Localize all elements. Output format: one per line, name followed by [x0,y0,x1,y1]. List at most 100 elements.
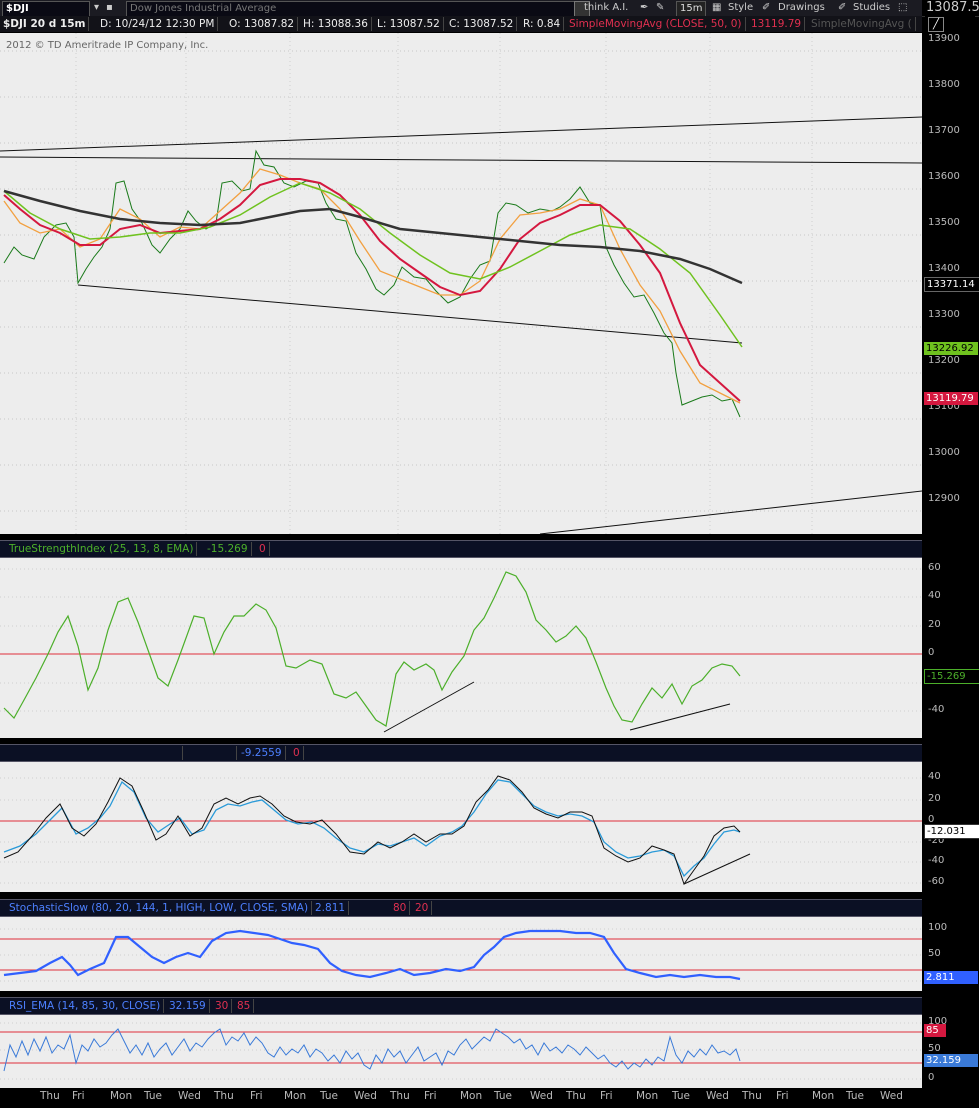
axis-tick: 20 [928,619,941,630]
sma50-label: SimpleMovingAvg (CLOSE, 50, 0) [566,17,746,31]
time-label: Wed [880,1090,903,1102]
stochastic-panel[interactable] [0,917,922,991]
time-label: Mon [460,1090,483,1102]
rsi-value: 32.159 [166,999,210,1013]
style-icon[interactable]: ▦ [712,1,721,15]
time-label: Wed [354,1090,377,1102]
studies-icon[interactable]: ✐ [838,1,846,15]
tsi-tag: -15.269 [924,669,979,684]
symbol-description: Dow Jones Industrial Average [126,1,578,17]
time-axis: Thu Fri Mon Tue Wed Thu Fri Mon Tue Wed … [0,1088,979,1108]
time-label: Fri [776,1090,789,1102]
chevron-down-icon[interactable]: ▾ [94,1,99,15]
sma50-value: 13119.79 [748,17,806,31]
axis-tick: 12900 [928,493,960,504]
axis-tick: 13000 [928,447,960,458]
tsi-chart-svg [0,568,922,733]
pin-icon[interactable]: ✒ [640,1,648,15]
tsi-label[interactable]: TrueStrengthIndex (25, 13, 8, EMA) [6,542,198,556]
time-label: Wed [178,1090,201,1102]
range-label: R: 0.84 [520,17,565,31]
price-tag-sma-black: 13371.14 [924,277,979,292]
time-label: Wed [530,1090,553,1102]
stochastic-overbought: 80 [390,901,411,915]
axis-tick: -40 [928,704,945,715]
sma-next-label: SimpleMovingAvg ( [808,17,916,31]
axis-tick: 0 [928,647,935,658]
axis-tick: 50 [928,948,941,959]
oscillator-param [184,746,237,760]
low-label: L: 13087.52 [374,17,444,31]
rsi-overbought: 85 [234,999,255,1013]
rsi-tag-overbought: 85 [924,1024,946,1037]
symbol-input[interactable]: $DJI [2,1,90,17]
stochastic-label[interactable]: StochasticSlow (80, 20, 144, 1, HIGH, LO… [6,901,313,915]
oscillator-panel[interactable] [0,762,922,892]
axis-tick: 13200 [928,355,960,366]
oscillator-value: -9.2559 [238,746,286,760]
price-chart-svg [0,33,922,534]
tsi-panel[interactable] [0,558,922,738]
stochastic-tag: 2.811 [924,971,978,984]
rsi-panel[interactable] [0,1015,922,1088]
axis-tick: 0 [928,1072,935,1083]
timeframe-button[interactable]: 15m [676,1,707,17]
time-label: Tue [672,1090,690,1102]
axis-tick: 13900 [928,33,960,44]
time-label: Fri [424,1090,437,1102]
axis-tick: 100 [928,922,948,933]
time-label: Thu [566,1090,586,1102]
tsi-value: -15.269 [204,542,252,556]
oscillator-tag: -12.031 [924,824,979,839]
link-icon[interactable]: ▪ [106,1,113,15]
time-label: Mon [284,1090,307,1102]
price-chart-panel[interactable]: 2012 © TD Ameritrade IP Company, Inc. [0,33,922,534]
time-label: Tue [144,1090,162,1102]
time-label: Tue [320,1090,338,1102]
stochastic-value: 2.811 [312,901,350,915]
time-label: Mon [636,1090,659,1102]
stochastic-header: StochasticSlow (80, 20, 144, 1, HIGH, LO… [0,899,922,917]
rsi-header: RSI_EMA (14, 85, 30, CLOSE) 32.159 30 85 [0,997,922,1015]
tools-icon[interactable]: ✎ [656,1,664,15]
time-label: Fri [72,1090,85,1102]
axis-tick: 13300 [928,309,960,320]
axis-tick: -40 [928,855,945,866]
axis-tick: 13700 [928,125,960,136]
axis-tick: 40 [928,590,941,601]
time-label: Thu [742,1090,762,1102]
time-label: Thu [40,1090,60,1102]
last-price: 13087.52 [922,0,979,16]
oscillator-label[interactable] [6,746,183,760]
chart-toolbar: $DJI ▾ ▪ Dow Jones Industrial Average th… [0,0,979,17]
axis-tick: 40 [928,771,941,782]
oscillator-chart-svg [0,775,922,886]
oscillator-header: -9.2559 0 [0,744,922,762]
stochastic-oversold: 20 [412,901,433,915]
rsi-label[interactable]: RSI_EMA (14, 85, 30, CLOSE) [6,999,165,1013]
crosshair-icon[interactable]: ⬚ [898,1,907,15]
time-label: Fri [600,1090,613,1102]
tsi-zero: 0 [256,542,270,556]
axis-tick: 13400 [928,263,960,274]
tsi-header: TrueStrengthIndex (25, 13, 8, EMA) -15.2… [0,540,922,558]
open-label: O: 13087.82 [226,17,299,31]
axis-tick: 13800 [928,79,960,90]
rsi-tag: 32.159 [924,1054,978,1067]
price-tag-sma-green: 13226.92 [924,342,978,355]
studies-button[interactable]: Studies [853,1,890,15]
axis-tick: -60 [928,876,945,887]
time-label: Tue [846,1090,864,1102]
think-ai-button[interactable]: think A.I. [584,1,628,15]
time-label: Mon [812,1090,835,1102]
style-button[interactable]: Style [728,1,753,15]
tsi-axis: 60 40 20 0 -20 -40 [922,558,979,738]
pencil-icon[interactable]: ✐ [762,1,770,15]
time-label: Tue [494,1090,512,1102]
stochastic-chart-svg [0,928,922,982]
drawings-button[interactable]: Drawings [778,1,825,15]
drawing-tool-icon[interactable]: ╱ [928,17,944,32]
axis-tick: 13500 [928,217,960,228]
time-label: Mon [110,1090,133,1102]
rsi-chart-svg [0,1022,922,1080]
